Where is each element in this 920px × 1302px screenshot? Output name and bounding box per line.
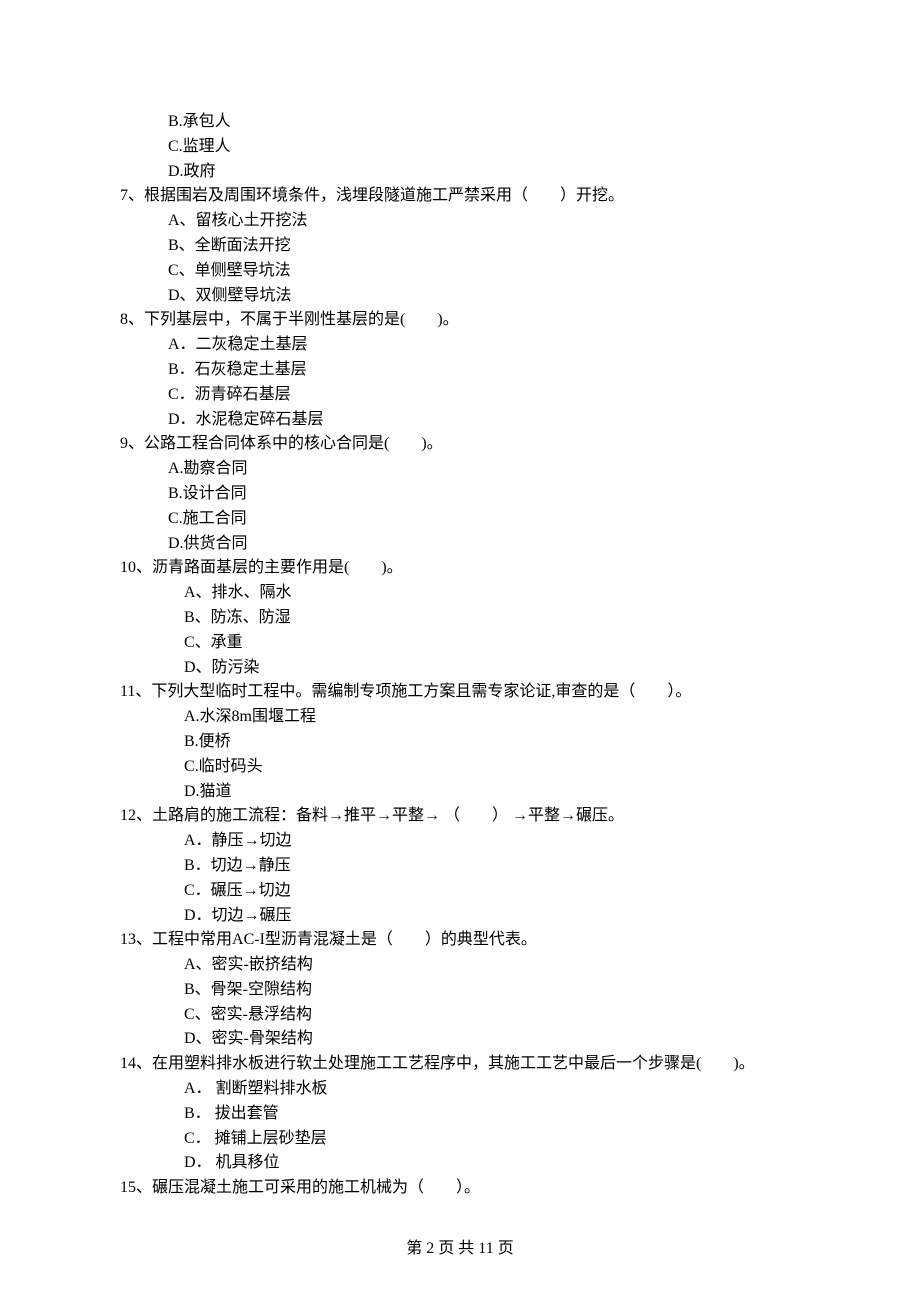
question-option: C．沥青碎石基层 <box>120 383 800 408</box>
question-stem: 11、下列大型临时工程中。需编制专项施工方案且需专家论证,审查的是（ ）。 <box>120 680 800 705</box>
question-option: C、密实-悬浮结构 <box>120 1003 800 1028</box>
question-stem: 13、工程中常用AC-I型沥青混凝土是（ ）的典型代表。 <box>120 928 800 953</box>
question-stem: 7、根据围岩及周围环境条件，浅埋段隧道施工严禁采用（ ）开挖。 <box>120 184 800 209</box>
question-number: 7、 <box>120 187 144 204</box>
question-option: B、全断面法开挖 <box>120 234 800 259</box>
question-option: B、骨架-空隙结构 <box>120 978 800 1003</box>
question-option: D．水泥稳定碎石基层 <box>120 408 800 433</box>
question-option: D、防污染 <box>120 656 800 681</box>
question-option: D． 机具移位 <box>120 1151 800 1176</box>
question-option: A．二灰稳定土基层 <box>120 333 800 358</box>
question-option: B.承包人 <box>120 110 800 135</box>
question-option: B．石灰稳定土基层 <box>120 358 800 383</box>
document-content: B.承包人C.监理人D.政府7、根据围岩及周围环境条件，浅埋段隧道施工严禁采用（… <box>120 110 800 1201</box>
question-option: C、单侧壁导坑法 <box>120 259 800 284</box>
question-number: 11、 <box>120 683 151 700</box>
question-number: 8、 <box>120 311 144 328</box>
question-option: D、密实-骨架结构 <box>120 1027 800 1052</box>
question-number: 12、 <box>120 807 152 824</box>
question-option: D、双侧壁导坑法 <box>120 284 800 309</box>
question-text: 工程中常用AC-I型沥青混凝土是（ ）的典型代表。 <box>152 931 537 948</box>
question-stem: 8、下列基层中，不属于半刚性基层的是( )。 <box>120 308 800 333</box>
question-option: A.勘察合同 <box>120 457 800 482</box>
question-stem: 10、沥青路面基层的主要作用是( )。 <box>120 556 800 581</box>
question-option: A、留核心土开挖法 <box>120 209 800 234</box>
question-option: C.施工合同 <box>120 507 800 532</box>
question-stem: 15、碾压混凝土施工可采用的施工机械为（ ）。 <box>120 1176 800 1201</box>
question-text: 土路肩的施工流程：备料→推平→平整→ （ ） →平整→碾压。 <box>152 807 624 824</box>
question-option: C.监理人 <box>120 135 800 160</box>
question-option: A． 割断塑料排水板 <box>120 1077 800 1102</box>
question-option: B.便桥 <box>120 730 800 755</box>
question-text: 根据围岩及周围环境条件，浅埋段隧道施工严禁采用（ ）开挖。 <box>144 187 624 204</box>
question-option: D.供货合同 <box>120 532 800 557</box>
question-option: B． 拔出套管 <box>120 1102 800 1127</box>
question-number: 10、 <box>120 559 152 576</box>
question-text: 下列基层中，不属于半刚性基层的是( )。 <box>144 311 459 328</box>
question-stem: 9、公路工程合同体系中的核心合同是( )。 <box>120 432 800 457</box>
question-text: 下列大型临时工程中。需编制专项施工方案且需专家论证,审查的是（ ）。 <box>151 683 691 700</box>
page-footer: 第 2 页 共 11 页 <box>0 1237 920 1262</box>
question-option: A、密实-嵌挤结构 <box>120 953 800 978</box>
question-option: A、排水、隔水 <box>120 581 800 606</box>
question-option: B.设计合同 <box>120 482 800 507</box>
question-number: 15、 <box>120 1179 152 1196</box>
question-option: D．切边→碾压 <box>120 904 800 929</box>
question-option: B、防冻、防湿 <box>120 606 800 631</box>
question-text: 在用塑料排水板进行软土处理施工工艺程序中，其施工工艺中最后一个步骤是( )。 <box>152 1055 755 1072</box>
question-option: A.水深8m围堰工程 <box>120 705 800 730</box>
question-option: D.猫道 <box>120 780 800 805</box>
document-page: B.承包人C.监理人D.政府7、根据围岩及周围环境条件，浅埋段隧道施工严禁采用（… <box>0 0 920 1302</box>
question-option: C． 摊铺上层砂垫层 <box>120 1127 800 1152</box>
question-stem: 14、在用塑料排水板进行软土处理施工工艺程序中，其施工工艺中最后一个步骤是( )… <box>120 1052 800 1077</box>
question-number: 9、 <box>120 435 144 452</box>
question-option: B．切边→静压 <box>120 854 800 879</box>
question-option: D.政府 <box>120 160 800 185</box>
question-option: A．静压→切边 <box>120 829 800 854</box>
question-stem: 12、土路肩的施工流程：备料→推平→平整→ （ ） →平整→碾压。 <box>120 804 800 829</box>
question-number: 14、 <box>120 1055 152 1072</box>
question-option: C.临时码头 <box>120 755 800 780</box>
question-number: 13、 <box>120 931 152 948</box>
question-option: C、承重 <box>120 631 800 656</box>
question-text: 公路工程合同体系中的核心合同是( )。 <box>144 435 443 452</box>
question-text: 碾压混凝土施工可采用的施工机械为（ ）。 <box>152 1179 480 1196</box>
question-option: C．碾压→切边 <box>120 879 800 904</box>
question-text: 沥青路面基层的主要作用是( )。 <box>152 559 403 576</box>
